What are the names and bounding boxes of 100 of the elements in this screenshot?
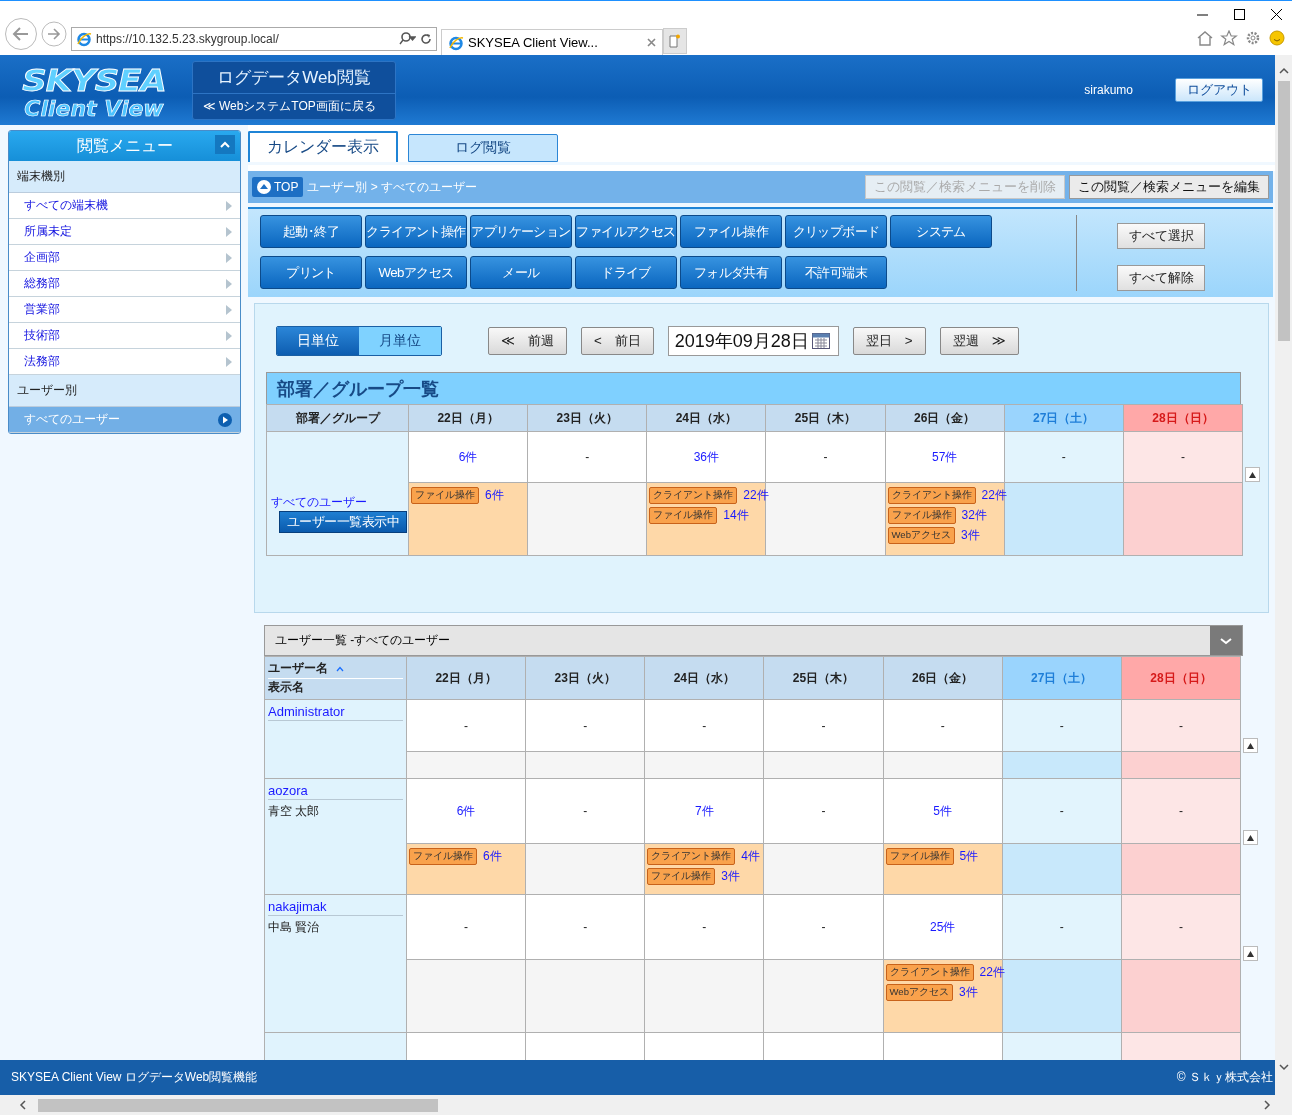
view-toggle[interactable]: 日単位 <box>277 327 359 355</box>
category-button[interactable]: クライアント操作 <box>365 215 467 248</box>
empty-mark: - <box>583 718 588 733</box>
sort-icon[interactable] <box>336 665 344 672</box>
count-link[interactable]: 22件 <box>979 964 1005 981</box>
count-link[interactable]: 32件 <box>961 507 987 524</box>
column-header: 23日（火） <box>527 404 647 432</box>
count-link[interactable]: 4件 <box>741 848 760 865</box>
view-toggle[interactable]: 月単位 <box>359 327 441 355</box>
user-link[interactable]: Administrator <box>268 704 403 721</box>
scroll-up-button[interactable] <box>1243 830 1258 845</box>
column-header: 24日（水） <box>644 656 764 700</box>
empty-mark: - <box>583 920 588 934</box>
count-link[interactable]: 7件 <box>695 803 714 818</box>
count-link[interactable]: 6件 <box>485 487 504 504</box>
menu-item[interactable]: 技術部 <box>9 323 240 349</box>
count-link[interactable]: 14件 <box>723 507 749 524</box>
empty-mark: - <box>1059 804 1064 818</box>
category-button[interactable]: ドライブ <box>575 256 677 289</box>
category-button[interactable]: Webアクセス <box>365 256 467 289</box>
count-link[interactable]: 6件 <box>483 848 502 865</box>
date-nav-button[interactable]: ≪ 前週 <box>488 327 567 355</box>
count-link[interactable]: 57件 <box>931 449 958 464</box>
calendar-icon[interactable] <box>811 333 830 349</box>
date-nav-button[interactable]: < 前日 <box>580 327 654 355</box>
breadcrumb-path: ユーザー別 > すべてのユーザー <box>307 178 479 196</box>
count-link[interactable]: 22件 <box>743 487 769 504</box>
category-button[interactable]: 起動･終了 <box>260 215 362 248</box>
logout-button[interactable]: ログアウト <box>1175 78 1263 102</box>
scroll-down-icon[interactable] <box>1277 1061 1290 1073</box>
select-button[interactable]: すべて選択 <box>1117 223 1205 249</box>
user-list-title: ユーザー一覧 -すべてのユーザー <box>275 632 452 649</box>
category-button[interactable]: ファイルアクセス <box>575 215 677 248</box>
empty-mark: - <box>464 920 469 934</box>
home-icon[interactable] <box>1196 30 1214 46</box>
category-button[interactable]: プリント <box>260 256 362 289</box>
column-header: 26日（金） <box>885 404 1005 432</box>
count-link[interactable]: 22件 <box>981 487 1007 504</box>
tab[interactable]: カレンダー表示 <box>248 131 398 162</box>
group-link[interactable]: すべてのユーザー <box>271 494 404 511</box>
user-link[interactable]: nakajimak <box>268 899 403 916</box>
user-link[interactable]: aozora <box>268 783 403 800</box>
menu-item[interactable]: 営業部 <box>9 297 240 323</box>
count-link[interactable]: 36件 <box>693 449 720 464</box>
count-link[interactable]: 6件 <box>458 449 478 464</box>
empty-mark: - <box>1178 804 1183 818</box>
empty-mark: - <box>702 718 707 733</box>
refresh-icon[interactable] <box>420 33 432 45</box>
menu-action-button[interactable]: この閲覧／検索メニューを編集 <box>1069 175 1269 199</box>
category-button[interactable]: 不許可端末 <box>785 256 887 289</box>
empty-mark: - <box>583 804 588 818</box>
category-tag: ファイル操作 <box>647 868 716 885</box>
category-button[interactable]: ファイル操作 <box>680 215 782 248</box>
top-button[interactable]: TOP <box>252 177 304 197</box>
column-header: 27日（土） <box>1004 404 1124 432</box>
category-tag: ファイル操作 <box>887 507 956 524</box>
category-button[interactable]: フォルダ共有 <box>680 256 782 289</box>
settings-icon[interactable] <box>1244 30 1262 46</box>
menu-item[interactable]: 総務部 <box>9 271 240 297</box>
empty-mark: - <box>1059 718 1064 733</box>
count-link[interactable]: 5件 <box>933 803 952 818</box>
category-tag: クライアント操作 <box>885 964 974 981</box>
count-link[interactable]: 6件 <box>456 803 476 818</box>
close-icon[interactable] <box>1271 9 1282 20</box>
expand-button[interactable] <box>1210 626 1242 655</box>
date-nav-button[interactable]: 翌週 ≫ <box>939 327 1019 355</box>
scrollbar-thumb[interactable] <box>38 1098 438 1112</box>
scroll-right-icon[interactable] <box>1262 1099 1272 1111</box>
select-button[interactable]: すべて解除 <box>1117 265 1205 291</box>
scroll-up-button[interactable] <box>1245 467 1260 482</box>
scroll-left-icon[interactable] <box>18 1099 28 1111</box>
count-link[interactable]: 3件 <box>958 984 978 1001</box>
collapse-button[interactable] <box>215 135 235 154</box>
new-tab-button[interactable] <box>663 28 687 54</box>
smiley-icon[interactable] <box>1268 30 1286 46</box>
tab[interactable]: ログ閲覧 <box>408 134 558 162</box>
star-icon[interactable] <box>1220 30 1238 46</box>
back-link[interactable]: ≪ WebシステムTOP画面に戻る <box>193 93 395 119</box>
menu-item[interactable]: 企画部 <box>9 245 240 271</box>
count-link[interactable]: 25件 <box>929 919 956 934</box>
category-button[interactable]: アプリケーション <box>470 215 572 248</box>
scroll-up-button[interactable] <box>1243 946 1258 961</box>
user-list-button[interactable]: ユーザー一覧表示中 <box>279 511 407 533</box>
maximize-icon[interactable] <box>1234 9 1245 20</box>
category-button[interactable]: メール <box>470 256 572 289</box>
count-link[interactable]: 5件 <box>959 848 979 865</box>
category-button[interactable]: システム <box>890 215 992 248</box>
arrow-up-icon <box>257 180 271 194</box>
date-nav-button[interactable]: 翌日 > <box>852 327 926 355</box>
back-icon[interactable] <box>4 17 38 51</box>
empty-mark: - <box>1061 450 1066 464</box>
count-link[interactable]: 3件 <box>960 527 980 544</box>
search-icon[interactable] <box>398 32 416 46</box>
count-link[interactable]: 3件 <box>721 868 740 885</box>
scrollbar-thumb[interactable] <box>1277 81 1290 341</box>
scroll-up-button[interactable] <box>1243 738 1258 753</box>
date-field[interactable]: 2019年09月28日 <box>667 326 839 356</box>
menu-item[interactable]: すべての端末機 <box>9 193 240 219</box>
category-button[interactable]: クリップボード <box>785 215 887 248</box>
menu-item[interactable]: 所属未定 <box>9 219 240 245</box>
